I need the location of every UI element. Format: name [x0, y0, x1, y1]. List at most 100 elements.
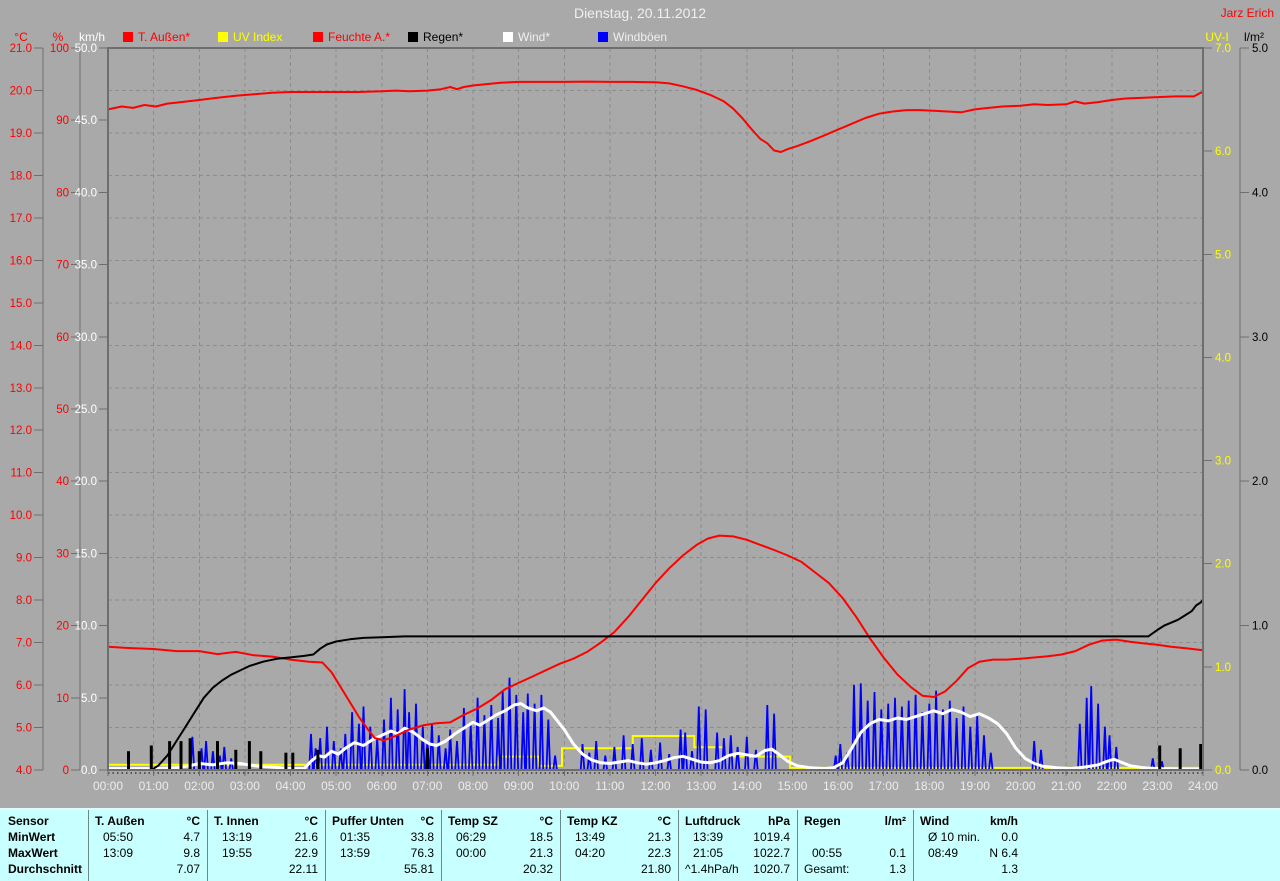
sensor-unit: °C [304, 814, 318, 828]
table-row-label: Durchschnitt [8, 862, 83, 876]
sensor-unit: km/h [989, 814, 1018, 828]
min-time: 01:35 [340, 830, 371, 844]
avg-value: 1.3 [889, 862, 906, 876]
svg-text:20:00: 20:00 [1005, 779, 1035, 793]
min-time: 05:50 [103, 830, 134, 844]
svg-text:23:00: 23:00 [1142, 779, 1172, 793]
svg-text:%: % [53, 30, 64, 44]
svg-text:19:00: 19:00 [960, 779, 990, 793]
min-value: 0.0 [1001, 830, 1018, 844]
sensor-unit: °C [657, 814, 671, 828]
svg-text:8.0: 8.0 [16, 595, 32, 607]
svg-text:10.0: 10.0 [75, 621, 97, 633]
svg-text:11:00: 11:00 [595, 779, 624, 793]
sensor-unit: °C [420, 814, 434, 828]
max-time: 19:55 [222, 846, 253, 860]
svg-text:6.0: 6.0 [16, 680, 32, 692]
min-value: 21.3 [647, 830, 671, 844]
svg-text:6.0: 6.0 [1215, 146, 1231, 158]
min-time: 13:19 [222, 830, 253, 844]
svg-text:1.0: 1.0 [1252, 621, 1268, 633]
svg-text:21:00: 21:00 [1051, 779, 1081, 793]
table-row-label: MinWert [8, 830, 56, 844]
svg-text:20.0: 20.0 [10, 85, 32, 97]
svg-text:UV-I: UV-I [1205, 30, 1228, 44]
avg-value: 7.07 [176, 862, 200, 876]
svg-text:3.0: 3.0 [1252, 332, 1268, 344]
svg-text:16.0: 16.0 [10, 255, 32, 267]
table-sensor-group: Temp KZ °C 13:49 21.3 04:20 22.3 21.80 [560, 810, 679, 881]
svg-text:09:00: 09:00 [504, 779, 534, 793]
svg-text:08:00: 08:00 [458, 779, 488, 793]
table-row-label: MaxWert [8, 846, 58, 860]
svg-text:19.0: 19.0 [10, 128, 32, 140]
svg-text:0.0: 0.0 [81, 765, 97, 777]
svg-text:17:00: 17:00 [869, 779, 899, 793]
svg-text:7.0: 7.0 [1215, 43, 1231, 55]
svg-text:4.0: 4.0 [1252, 187, 1268, 199]
svg-text:l/m²: l/m² [1244, 30, 1264, 44]
svg-text:14:00: 14:00 [732, 779, 762, 793]
svg-text:45.0: 45.0 [75, 115, 97, 127]
svg-text:3.0: 3.0 [1215, 456, 1231, 468]
avg-value: 1020.7 [753, 862, 790, 876]
sensor-name: T. Außen [95, 814, 145, 828]
avg-label: ^1.4hPa/h [685, 862, 739, 876]
svg-text:24:00: 24:00 [1188, 779, 1218, 793]
min-time: 06:29 [456, 830, 487, 844]
svg-text:100: 100 [50, 43, 69, 55]
sensor-name: Luftdruck [685, 814, 741, 828]
table-sensor-group: T. Außen °C 05:50 4.7 13:09 9.8 7.07 [88, 810, 208, 881]
max-time: 08:49 [928, 846, 959, 860]
table-sensor-group: Regen l/m² 00:55 0.1 Gesamt: 1.3 [797, 810, 914, 881]
svg-text:10.0: 10.0 [10, 510, 32, 522]
min-value: 4.7 [183, 830, 200, 844]
sensor-name: T. Innen [214, 814, 259, 828]
svg-text:°C: °C [14, 30, 28, 44]
svg-text:2.0: 2.0 [1252, 476, 1268, 488]
svg-text:18.0: 18.0 [10, 170, 32, 182]
min-time: 13:39 [693, 830, 724, 844]
svg-text:0.0: 0.0 [1215, 765, 1231, 777]
svg-text:1.0: 1.0 [1215, 662, 1231, 674]
svg-text:05:00: 05:00 [321, 779, 351, 793]
svg-text:18:00: 18:00 [914, 779, 944, 793]
svg-text:35.0: 35.0 [75, 260, 97, 272]
sensor-name: Temp SZ [448, 814, 498, 828]
max-value: 22.9 [294, 846, 318, 860]
svg-text:5.0: 5.0 [1252, 43, 1268, 55]
svg-text:20: 20 [56, 621, 69, 633]
sensor-name: Regen [804, 814, 841, 828]
svg-text:9.0: 9.0 [16, 553, 32, 565]
avg-value: 1.3 [1001, 862, 1018, 876]
svg-text:02:00: 02:00 [184, 779, 214, 793]
svg-text:40: 40 [56, 476, 69, 488]
svg-text:06:00: 06:00 [367, 779, 397, 793]
svg-text:15.0: 15.0 [75, 548, 97, 560]
svg-text:10: 10 [56, 693, 69, 705]
svg-text:80: 80 [56, 187, 69, 199]
svg-text:km/h: km/h [79, 30, 105, 44]
max-value: 22.3 [647, 846, 671, 860]
min-value: 18.5 [529, 830, 553, 844]
svg-text:16:00: 16:00 [823, 779, 853, 793]
svg-text:40.0: 40.0 [75, 187, 97, 199]
min-value: 1019.4 [753, 830, 790, 844]
svg-text:20.0: 20.0 [75, 476, 97, 488]
sensor-name: Temp KZ [567, 814, 618, 828]
svg-text:13:00: 13:00 [686, 779, 716, 793]
svg-text:60: 60 [56, 332, 69, 344]
svg-text:01:00: 01:00 [139, 779, 169, 793]
svg-text:00:00: 00:00 [93, 779, 123, 793]
avg-value: 22.11 [288, 862, 318, 876]
max-time: 13:09 [103, 846, 134, 860]
svg-text:12.0: 12.0 [10, 425, 32, 437]
svg-text:4.0: 4.0 [16, 765, 32, 777]
table-sensor-group: Wind km/h Ø 10 min. 0.0 08:49 N 6.4 1.3 [913, 810, 1026, 881]
svg-text:25.0: 25.0 [75, 404, 97, 416]
weather-chart: 4.0 5.0 6.0 7.0 8.0 9.0 10.0 11.0 12.0 13.0 14.0 15… [10, 30, 1268, 793]
table-sensor-group: Temp SZ °C 06:29 18.5 00:00 21.3 20.32 [441, 810, 561, 881]
svg-text:90: 90 [56, 115, 69, 127]
max-value: 9.8 [183, 846, 200, 860]
svg-text:11.0: 11.0 [10, 468, 32, 480]
